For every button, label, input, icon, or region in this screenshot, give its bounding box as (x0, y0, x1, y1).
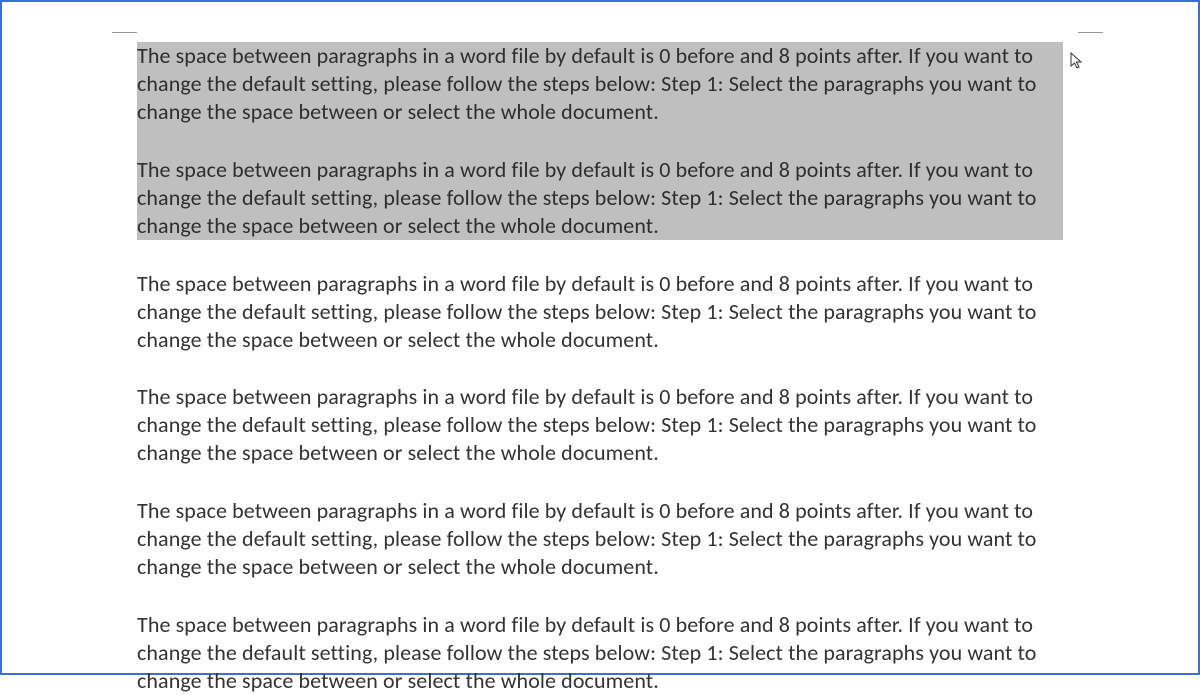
paragraph[interactable]: The space between paragraphs in a word f… (137, 42, 1063, 126)
paragraph[interactable]: The space between paragraphs in a word f… (137, 383, 1063, 467)
ruler-margin-right (1078, 32, 1103, 33)
cursor-icon (1070, 52, 1084, 70)
paragraph[interactable]: The space between paragraphs in a word f… (137, 497, 1063, 581)
document-page: The space between paragraphs in a word f… (2, 2, 1198, 695)
paragraph[interactable]: The space between paragraphs in a word f… (137, 611, 1063, 695)
paragraph[interactable]: The space between paragraphs in a word f… (137, 270, 1063, 354)
ruler-margin-left (112, 32, 137, 33)
document-body[interactable]: The space between paragraphs in a word f… (137, 2, 1063, 695)
selection-gap (137, 126, 1063, 156)
paragraph[interactable]: The space between paragraphs in a word f… (137, 156, 1063, 240)
